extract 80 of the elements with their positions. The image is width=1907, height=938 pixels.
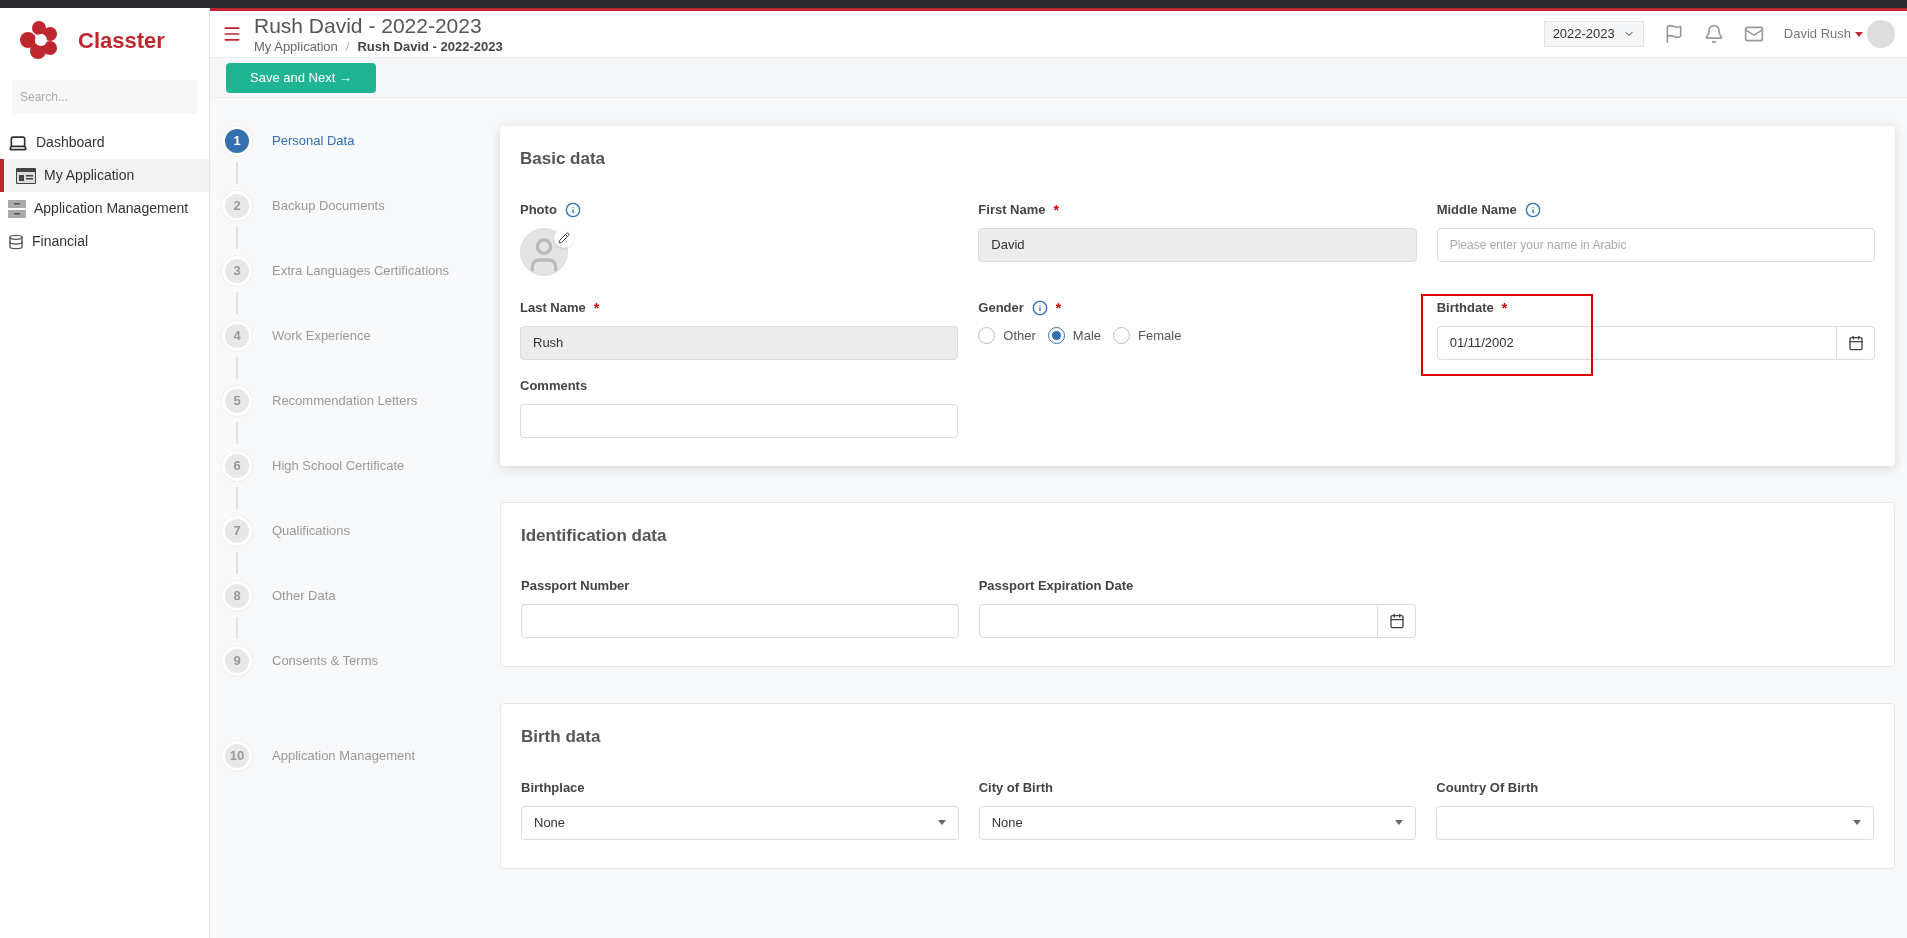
- page-title: Rush David - 2022-2023: [254, 12, 483, 39]
- sidebar-item[interactable]: Dashboard: [0, 126, 209, 159]
- step-label[interactable]: Backup Documents: [272, 196, 385, 216]
- select-field[interactable]: None: [978, 805, 1417, 840]
- required-asterisk: *: [1501, 298, 1508, 318]
- step-label[interactable]: High School Certificate: [272, 456, 405, 476]
- step-number[interactable]: 10: [222, 741, 252, 771]
- step-number[interactable]: 7: [222, 516, 252, 546]
- sidebar-item[interactable]: Financial: [0, 225, 209, 258]
- menu-icon[interactable]: [222, 24, 242, 44]
- step-number[interactable]: 8: [222, 581, 252, 611]
- avatar-silhouette: [520, 227, 568, 276]
- step-number[interactable]: 9: [222, 646, 252, 676]
- breadcrumb-separator: /: [345, 39, 350, 56]
- input-field[interactable]: Please enter your name in Arabic: [1436, 227, 1875, 262]
- field-label: Passport Expiration Date: [978, 577, 1134, 596]
- field-label: Middle Name: [1436, 200, 1517, 219]
- breadcrumb-current: Rush David - 2022-2023: [357, 39, 503, 56]
- section-title: Basic data: [520, 148, 607, 170]
- field-label: City of Birth: [978, 778, 1054, 797]
- save-and-next-button[interactable]: Save and Next →: [226, 62, 376, 93]
- step-number[interactable]: 2: [222, 191, 252, 221]
- step-label[interactable]: Recommendation Letters: [272, 391, 418, 411]
- input-field[interactable]: [520, 403, 959, 438]
- step-label[interactable]: Qualifications: [272, 521, 351, 541]
- id-card-icon: [16, 167, 36, 184]
- logo-icon: [20, 20, 58, 60]
- breadcrumb-link[interactable]: My Application: [254, 39, 338, 56]
- field-label: Comments: [520, 376, 588, 395]
- sidebar-item[interactable]: My Application: [0, 159, 209, 192]
- search-field[interactable]: Search...: [12, 80, 197, 114]
- required-asterisk: *: [593, 298, 600, 318]
- step-number[interactable]: 5: [222, 386, 252, 416]
- select-field[interactable]: [1436, 805, 1874, 840]
- caret-icon: [937, 820, 946, 825]
- radio-option[interactable]: Female: [1113, 325, 1182, 346]
- year-dropdown[interactable]: 2022-2023: [1543, 21, 1644, 47]
- required-asterisk: *: [1055, 298, 1062, 318]
- bell-icon[interactable]: [1703, 24, 1724, 44]
- step-label[interactable]: Application Management: [272, 746, 416, 766]
- field-label: Photo: [520, 200, 557, 219]
- step-label[interactable]: Extra Languages Certifications: [272, 261, 450, 281]
- field-label: Birthdate: [1436, 298, 1494, 317]
- field-label: Birthplace: [521, 778, 585, 797]
- input-field[interactable]: [521, 604, 959, 638]
- info-icon: [564, 201, 581, 218]
- info-icon: [1524, 201, 1541, 218]
- required-asterisk: *: [1053, 200, 1059, 220]
- caret-icon: [1855, 31, 1863, 37]
- step-label[interactable]: Work Experience: [272, 326, 371, 346]
- step-label[interactable]: Consents & Terms: [272, 651, 378, 671]
- step-label[interactable]: Personal Data: [272, 131, 355, 151]
- info-icon: [1031, 299, 1048, 316]
- user-menu[interactable]: David Rush: [1783, 24, 1863, 44]
- calendar-icon: [1847, 334, 1864, 351]
- mail-icon[interactable]: [1743, 24, 1764, 44]
- radio-option[interactable]: Other: [978, 325, 1036, 346]
- step-number[interactable]: 1: [222, 126, 252, 156]
- field-label: Passport Number: [521, 577, 630, 596]
- calendar-icon: [1388, 613, 1405, 629]
- sidebar-item[interactable]: Application Management: [0, 192, 209, 225]
- caret-icon: [1853, 820, 1861, 825]
- field-label: Gender: [978, 298, 1024, 317]
- step-number[interactable]: 3: [222, 256, 252, 286]
- section-title: Birth data: [521, 726, 602, 748]
- step-number[interactable]: 4: [222, 321, 252, 351]
- section-title: Identification data: [521, 524, 668, 547]
- step-number[interactable]: 6: [222, 451, 252, 481]
- field-label: Country Of Birth: [1436, 778, 1539, 797]
- select-field[interactable]: None: [521, 805, 959, 840]
- field-label: First Name: [978, 200, 1046, 219]
- edit-photo-button[interactable]: [554, 227, 574, 248]
- field-label: Last Name: [520, 298, 586, 317]
- radio-option[interactable]: Male: [1047, 325, 1102, 346]
- brand-name: Classter: [78, 26, 165, 55]
- cabinet-icon: [8, 199, 26, 218]
- caret-icon: [1395, 820, 1404, 825]
- coins-icon: [8, 233, 24, 250]
- step-label[interactable]: Other Data: [272, 586, 336, 606]
- avatar[interactable]: [1867, 20, 1895, 48]
